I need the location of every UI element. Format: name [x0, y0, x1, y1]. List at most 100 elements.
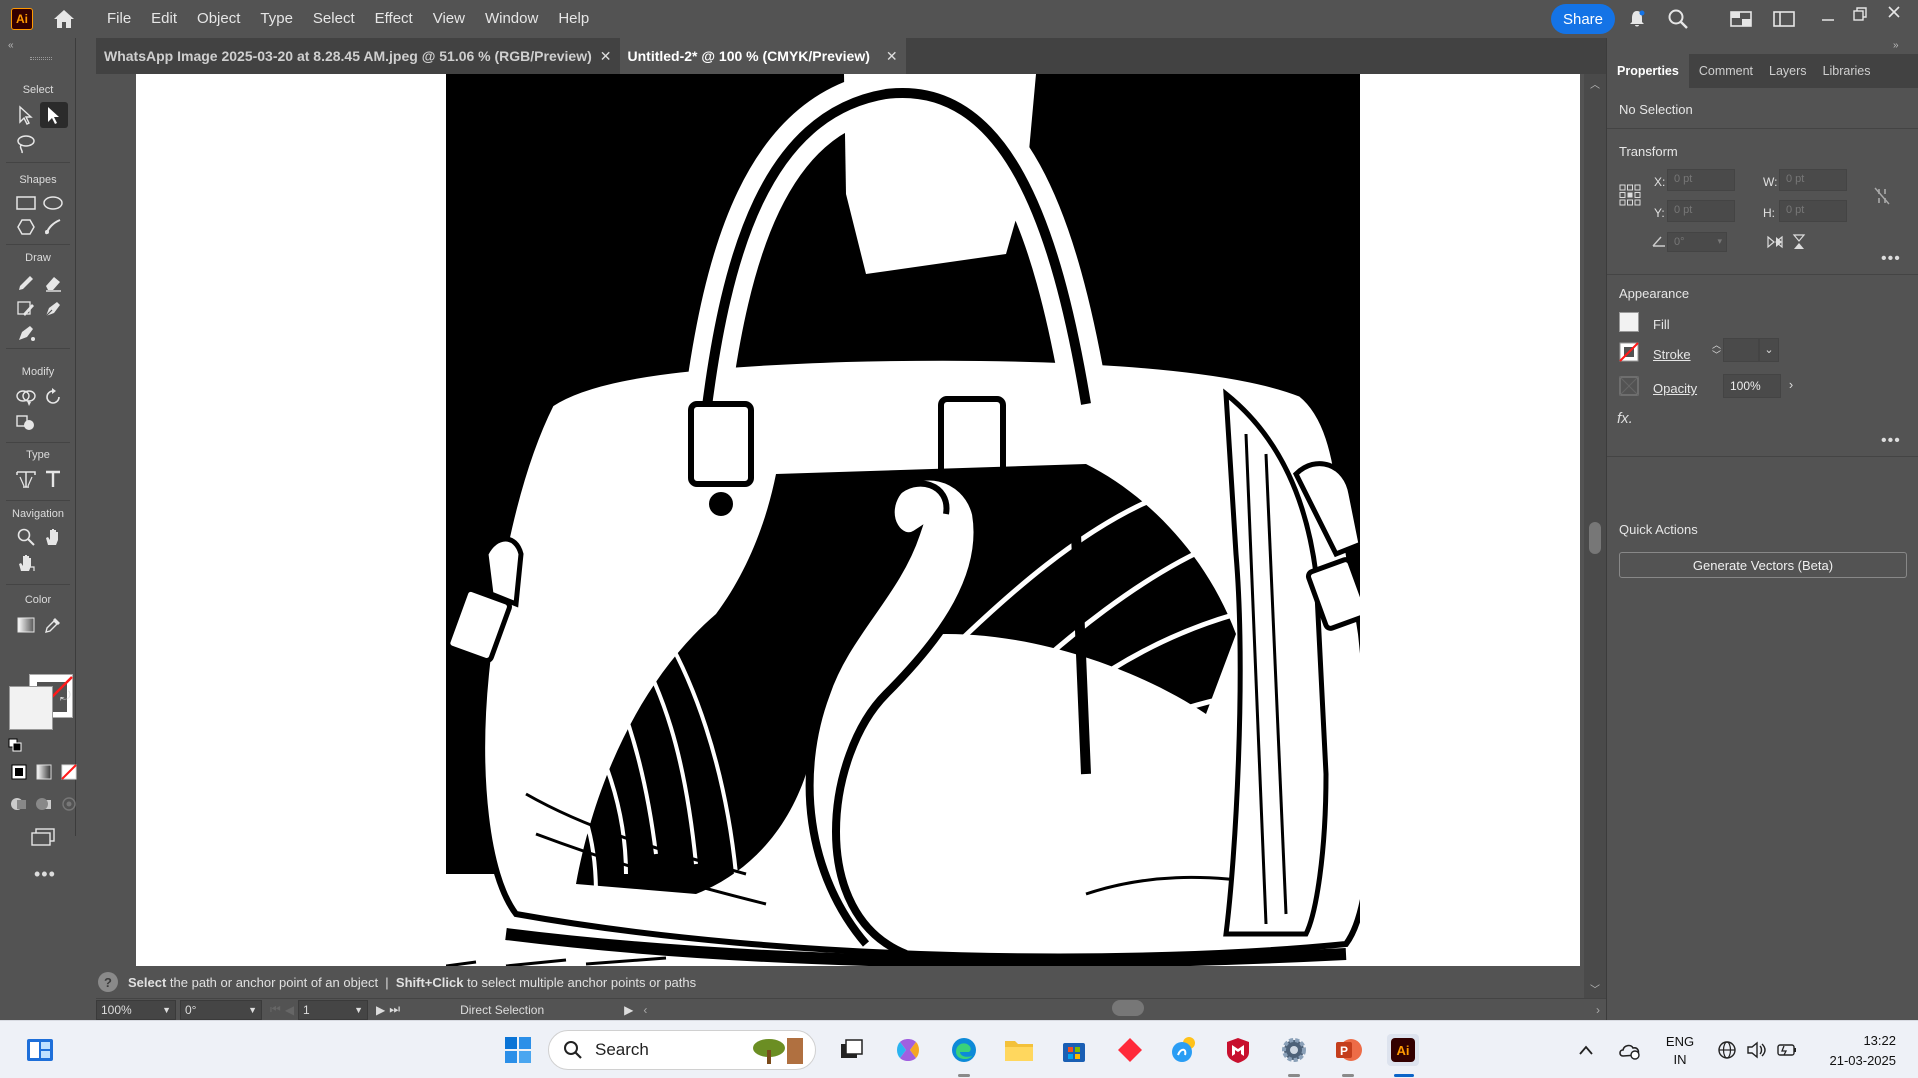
direct-selection-tool-icon[interactable] — [40, 102, 68, 128]
battery-icon[interactable] — [1776, 1034, 1798, 1066]
chevron-right-icon[interactable]: › — [1781, 374, 1801, 398]
stroke-weight-stepper[interactable]: ︿ ﹀ — [1712, 340, 1721, 360]
y-field[interactable]: 0 pt — [1667, 200, 1735, 222]
taskbar-search-box[interactable]: Search — [548, 1030, 816, 1070]
lasso-tool-icon[interactable] — [13, 131, 39, 157]
flip-vertical-icon[interactable] — [1791, 234, 1807, 255]
restore-icon[interactable] — [1848, 2, 1872, 26]
eraser-tool-icon[interactable] — [40, 270, 66, 296]
shape-builder-tool-icon[interactable] — [13, 384, 39, 410]
zoom-field[interactable]: 100% ▼ — [96, 999, 176, 1020]
close-tab-icon[interactable]: ✕ — [886, 48, 898, 65]
print-tiling-tool-icon[interactable] — [13, 550, 39, 576]
stroke-weight-field[interactable] — [1723, 338, 1759, 362]
tab-libraries[interactable]: Libraries — [1813, 54, 1881, 88]
menu-help[interactable]: Help — [548, 0, 599, 38]
zoom-tool-icon[interactable] — [13, 524, 39, 550]
fill-swatch[interactable] — [9, 686, 53, 730]
selection-tool-icon[interactable] — [13, 102, 39, 128]
home-icon[interactable] — [51, 8, 77, 30]
workspace-icon[interactable] — [1772, 7, 1796, 31]
first-artboard-icon[interactable]: ⏮ — [270, 1002, 281, 1017]
default-fill-stroke-icon[interactable] — [8, 738, 22, 752]
fill-color-swatch[interactable] — [1619, 312, 1639, 332]
eyedropper-tool-icon[interactable] — [40, 612, 66, 638]
menu-window[interactable]: Window — [475, 0, 548, 38]
color-mode-icon[interactable] — [9, 762, 29, 782]
scroll-left-icon[interactable]: ‹ — [643, 1003, 647, 1017]
tab-whatsapp-image[interactable]: WhatsApp Image 2025-03-20 at 8.28.45 AM.… — [96, 38, 620, 74]
pen-tool-icon[interactable] — [40, 296, 66, 322]
more-options-icon[interactable]: ••• — [1881, 432, 1901, 450]
rectangle-tool-icon[interactable] — [13, 190, 39, 216]
tab-properties[interactable]: Properties — [1607, 54, 1689, 88]
edit-toolbar-icon[interactable]: ••• — [34, 864, 56, 885]
scroll-up-icon[interactable]: ︿ — [1590, 76, 1600, 91]
curvature-tool-icon[interactable] — [13, 320, 39, 346]
rotate-tool-icon[interactable] — [40, 384, 66, 410]
close-window-icon[interactable] — [1882, 0, 1906, 24]
input-language-indicator[interactable]: ENG IN — [1662, 1033, 1698, 1069]
menu-object[interactable]: Object — [187, 0, 250, 38]
fx-icon[interactable]: fx. — [1617, 410, 1633, 427]
rotation-field[interactable]: 0° ▼ — [180, 999, 262, 1020]
scroll-down-icon[interactable]: ﹀ — [1590, 981, 1600, 996]
swap-fill-stroke-icon[interactable]: ⤾ — [60, 688, 71, 704]
artboard-navigation-field[interactable]: 1 ▼ — [298, 999, 369, 1020]
gradient-mode-icon[interactable] — [34, 762, 54, 782]
tab-comment[interactable]: Comment — [1689, 54, 1763, 88]
clock[interactable]: 13:22 21-03-2025 — [1812, 1031, 1897, 1071]
polygon-tool-icon[interactable] — [13, 214, 39, 240]
shaper-tool-icon[interactable] — [40, 214, 66, 240]
draw-normal-icon[interactable] — [9, 794, 29, 814]
draw-inside-icon[interactable] — [59, 794, 79, 814]
menu-view[interactable]: View — [423, 0, 475, 38]
onedrive-sync-icon[interactable] — [1618, 1034, 1642, 1066]
network-globe-icon[interactable] — [1716, 1034, 1738, 1066]
canvas-area[interactable] — [96, 74, 1584, 966]
flip-horizontal-icon[interactable] — [1767, 234, 1783, 255]
x-field[interactable]: 0 pt — [1667, 169, 1735, 191]
opacity-label[interactable]: Opacity — [1653, 381, 1697, 396]
red-diamond-app-icon[interactable] — [1114, 1034, 1146, 1066]
share-button[interactable]: Share — [1551, 4, 1615, 34]
stroke-color-swatch[interactable] — [1619, 342, 1639, 362]
last-artboard-icon[interactable]: ⏭ — [389, 1002, 400, 1017]
powerpoint-icon[interactable]: P — [1332, 1034, 1364, 1066]
live-paint-tool-icon[interactable] — [13, 410, 39, 436]
reference-point-icon[interactable] — [1619, 184, 1641, 206]
chevron-down-icon[interactable]: ⌄ — [1759, 338, 1779, 362]
blob-brush-tool-icon[interactable] — [13, 296, 39, 322]
horizontal-scroll-thumb[interactable] — [1112, 1000, 1144, 1016]
tab-untitled-2[interactable]: Untitled-2* @ 100 % (CMYK/Preview) ✕ — [619, 38, 906, 74]
collapse-panel-icon[interactable]: » — [1893, 40, 1899, 51]
none-mode-icon[interactable] — [59, 762, 79, 782]
vertical-scroll-thumb[interactable] — [1589, 522, 1601, 554]
w-field[interactable]: 0 pt — [1779, 169, 1847, 191]
menu-select[interactable]: Select — [303, 0, 365, 38]
next-artboard-icon[interactable]: ▶ — [376, 1003, 385, 1017]
illustrator-taskbar-icon[interactable]: Ai — [1387, 1034, 1419, 1066]
stroke-label[interactable]: Stroke — [1653, 347, 1691, 362]
more-options-icon[interactable]: ••• — [1881, 250, 1901, 268]
tab-layers[interactable]: Layers — [1763, 54, 1813, 88]
widgets-icon[interactable] — [24, 1034, 56, 1066]
file-explorer-icon[interactable] — [1003, 1034, 1035, 1066]
settings-icon[interactable] — [1278, 1034, 1310, 1066]
h-field[interactable]: 0 pt — [1779, 200, 1847, 222]
toolbar-grip[interactable] — [30, 57, 52, 60]
task-view-icon[interactable] — [836, 1034, 868, 1066]
close-tab-icon[interactable]: ✕ — [600, 48, 612, 65]
scroll-right-icon[interactable]: › — [1596, 1003, 1600, 1017]
swan-handbag-artwork[interactable] — [446, 74, 1360, 966]
constrain-proportions-icon[interactable] — [1873, 186, 1891, 211]
help-icon[interactable]: ? — [98, 972, 118, 992]
angle-field[interactable]: 0° ▾ — [1667, 232, 1727, 252]
generate-vectors-button[interactable]: Generate Vectors (Beta) — [1619, 552, 1907, 578]
copilot-icon[interactable] — [892, 1034, 924, 1066]
arrange-documents-icon[interactable] — [1729, 7, 1753, 31]
draw-behind-icon[interactable] — [34, 794, 54, 814]
weather-app-icon[interactable] — [1168, 1034, 1200, 1066]
change-screen-mode-icon[interactable] — [30, 824, 56, 850]
collapse-toolbar-icon[interactable]: « — [8, 40, 14, 51]
